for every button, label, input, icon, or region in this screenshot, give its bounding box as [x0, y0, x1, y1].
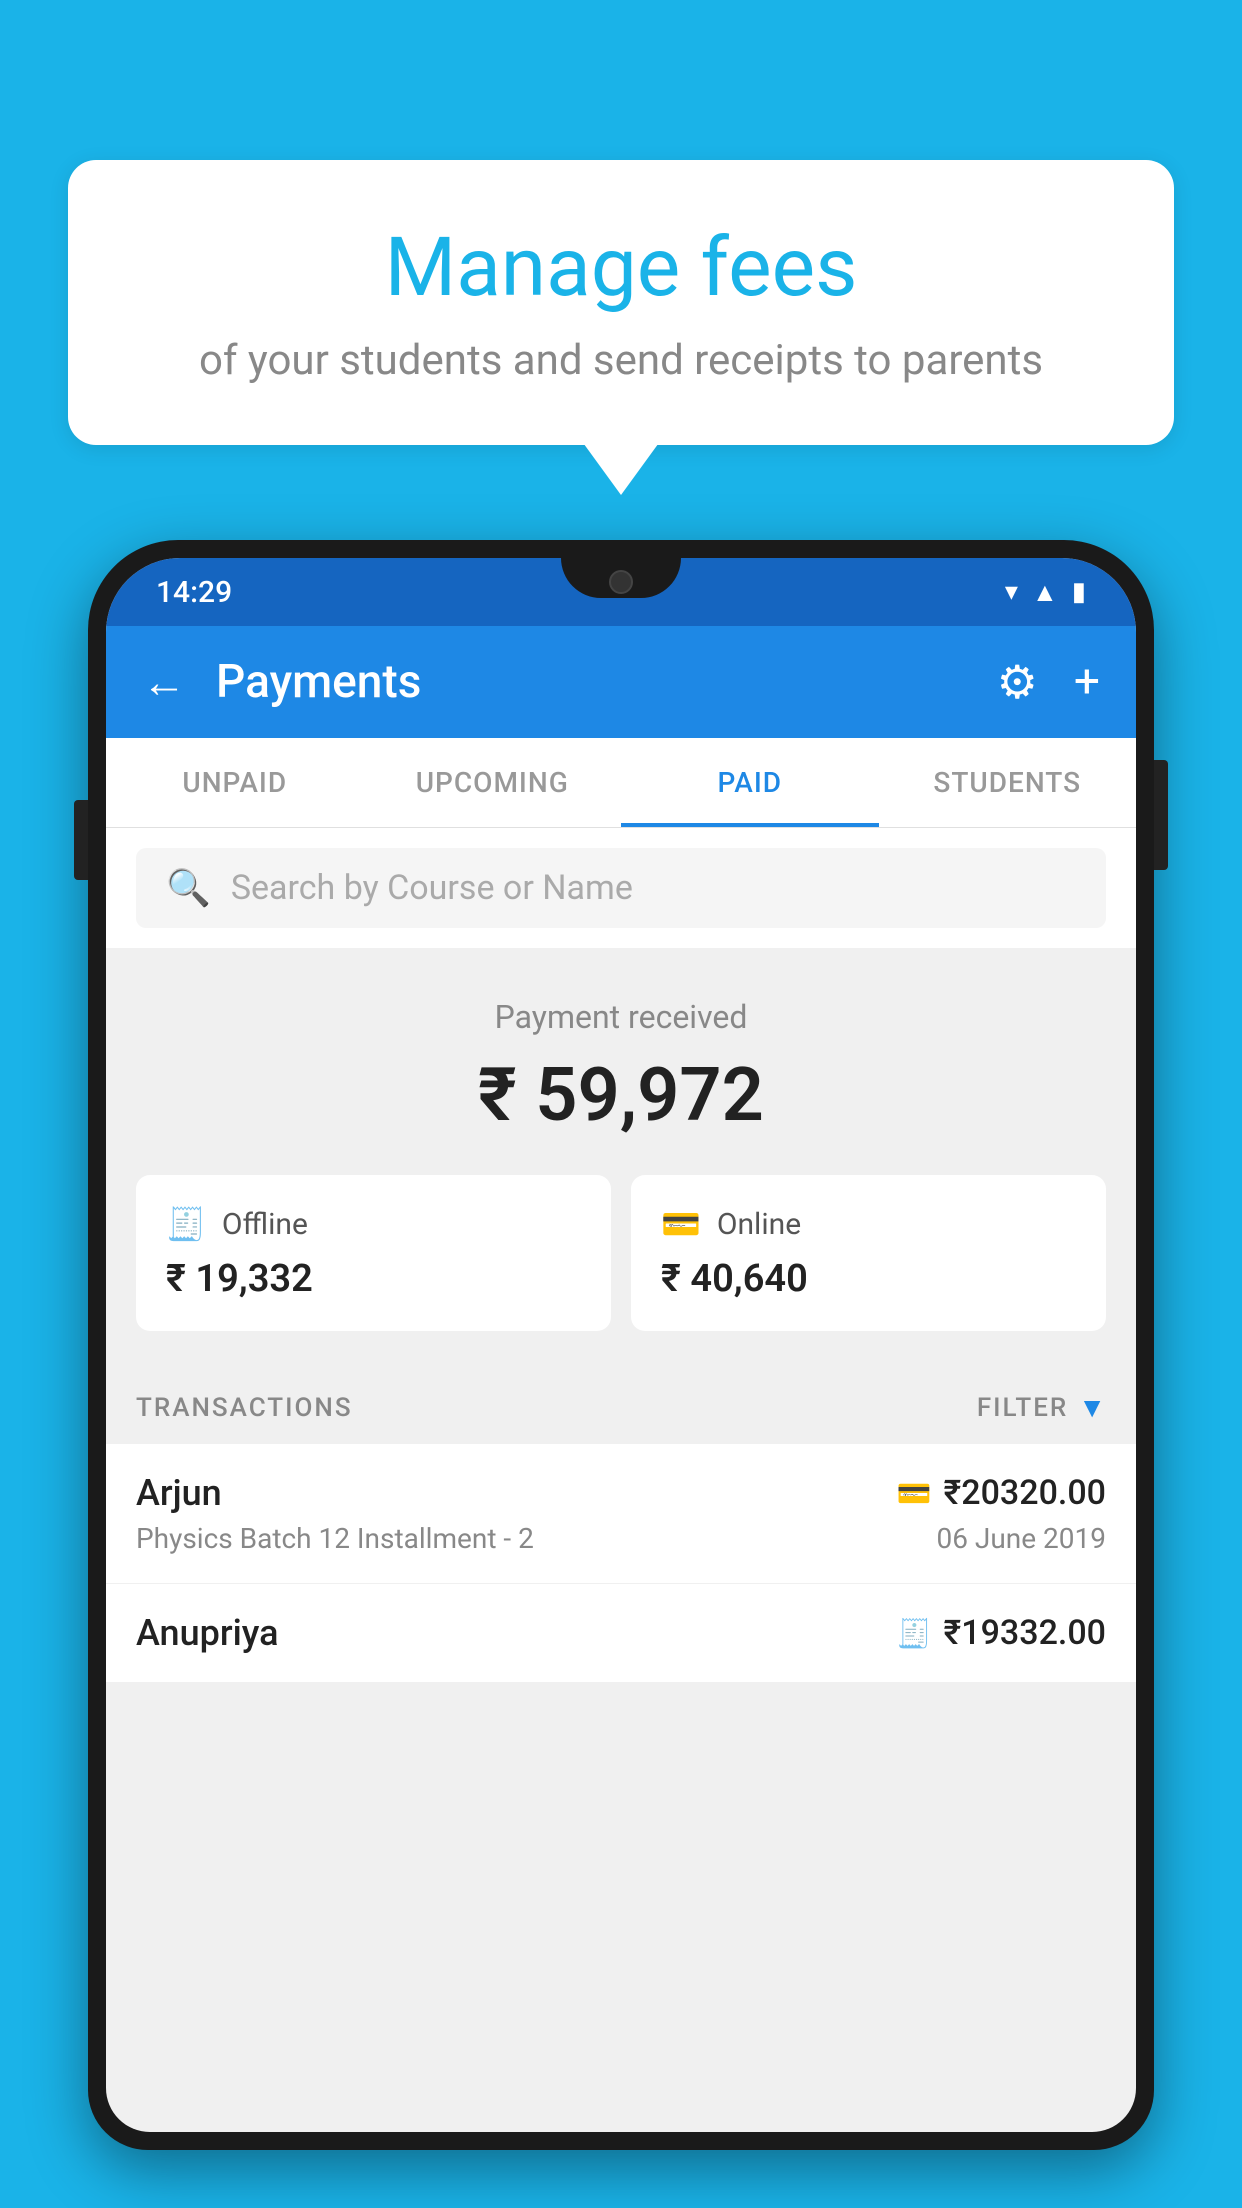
table-row[interactable]: Anupriya 🧾 ₹19332.00: [106, 1584, 1136, 1682]
speech-bubble-container: Manage fees of your students and send re…: [68, 160, 1174, 445]
tabs-bar: UNPAID UPCOMING PAID STUDENTS: [106, 738, 1136, 828]
offline-card: 🧾 Offline ₹ 19,332: [136, 1175, 611, 1331]
payment-received-label: Payment received: [136, 998, 1106, 1036]
transaction-date: 06 June 2019: [936, 1522, 1106, 1555]
transaction-name-2: Anupriya: [136, 1612, 279, 1654]
notch-camera: [609, 570, 633, 594]
card-payment-icon: 💳: [897, 1477, 932, 1510]
payment-cards: 🧾 Offline ₹ 19,332 💳 Online ₹ 40,640: [136, 1175, 1106, 1331]
search-icon: 🔍: [166, 867, 211, 909]
transaction-top: Arjun 💳 ₹20320.00: [136, 1472, 1106, 1514]
search-placeholder: Search by Course or Name: [231, 868, 633, 908]
status-time: 14:29: [156, 575, 232, 610]
bubble-title: Manage fees: [148, 220, 1094, 316]
phone-outer: 14:29 ▾ ▲ ▮ ← Payments ⚙ + UNPAID: [88, 540, 1154, 2150]
online-card-header: 💳 Online: [661, 1205, 1076, 1243]
tab-paid[interactable]: PAID: [621, 738, 879, 827]
back-button[interactable]: ←: [142, 656, 186, 708]
transaction-name: Arjun: [136, 1472, 222, 1514]
payment-summary: Payment received ₹ 59,972 🧾 Offline ₹ 19…: [106, 948, 1136, 1371]
tab-students[interactable]: STUDENTS: [879, 738, 1137, 827]
app-bar: ← Payments ⚙ +: [106, 626, 1136, 738]
search-container: 🔍 Search by Course or Name: [106, 828, 1136, 948]
online-amount: ₹ 40,640: [661, 1257, 1076, 1301]
transactions-label: TRANSACTIONS: [136, 1393, 353, 1423]
filter-label: FILTER: [977, 1393, 1068, 1423]
app-bar-actions: ⚙ +: [997, 655, 1100, 710]
transaction-amount-container: 💳 ₹20320.00: [897, 1473, 1106, 1513]
cash-payment-icon: 🧾: [897, 1617, 932, 1650]
battery-icon: ▮: [1072, 577, 1086, 607]
table-row[interactable]: Arjun 💳 ₹20320.00 Physics Batch 12 Insta…: [106, 1444, 1136, 1584]
transactions-header: TRANSACTIONS FILTER ▼: [106, 1371, 1136, 1444]
payment-total-amount: ₹ 59,972: [136, 1052, 1106, 1139]
transaction-course: Physics Batch 12 Installment - 2: [136, 1522, 534, 1555]
transaction-list: Arjun 💳 ₹20320.00 Physics Batch 12 Insta…: [106, 1444, 1136, 1682]
gear-icon[interactable]: ⚙: [997, 655, 1038, 710]
signal-icon: ▲: [1032, 577, 1058, 608]
phone-screen: 14:29 ▾ ▲ ▮ ← Payments ⚙ + UNPAID: [106, 558, 1136, 2132]
tab-upcoming[interactable]: UPCOMING: [364, 738, 622, 827]
transaction-amount-2: ₹19332.00: [944, 1613, 1106, 1653]
app-bar-title: Payments: [216, 655, 967, 709]
online-icon: 💳: [661, 1205, 701, 1243]
transaction-bottom: Physics Batch 12 Installment - 2 06 June…: [136, 1522, 1106, 1555]
search-box[interactable]: 🔍 Search by Course or Name: [136, 848, 1106, 928]
transaction-amount: ₹20320.00: [944, 1473, 1106, 1513]
offline-icon: 🧾: [166, 1205, 206, 1243]
filter-icon: ▼: [1078, 1391, 1106, 1424]
status-icons: ▾ ▲ ▮: [1005, 577, 1086, 608]
phone-wrapper: 14:29 ▾ ▲ ▮ ← Payments ⚙ + UNPAID: [88, 540, 1154, 2208]
online-label: Online: [717, 1207, 801, 1242]
offline-card-header: 🧾 Offline: [166, 1205, 581, 1243]
filter-container[interactable]: FILTER ▼: [977, 1391, 1106, 1424]
plus-icon[interactable]: +: [1074, 655, 1100, 709]
offline-amount: ₹ 19,332: [166, 1257, 581, 1301]
tab-unpaid[interactable]: UNPAID: [106, 738, 364, 827]
transaction-amount-container-2: 🧾 ₹19332.00: [897, 1613, 1106, 1653]
transaction-partial-top: Anupriya 🧾 ₹19332.00: [136, 1612, 1106, 1654]
wifi-icon: ▾: [1005, 577, 1018, 607]
online-card: 💳 Online ₹ 40,640: [631, 1175, 1106, 1331]
speech-bubble: Manage fees of your students and send re…: [68, 160, 1174, 445]
bubble-subtitle: of your students and send receipts to pa…: [148, 336, 1094, 385]
offline-label: Offline: [222, 1207, 308, 1242]
